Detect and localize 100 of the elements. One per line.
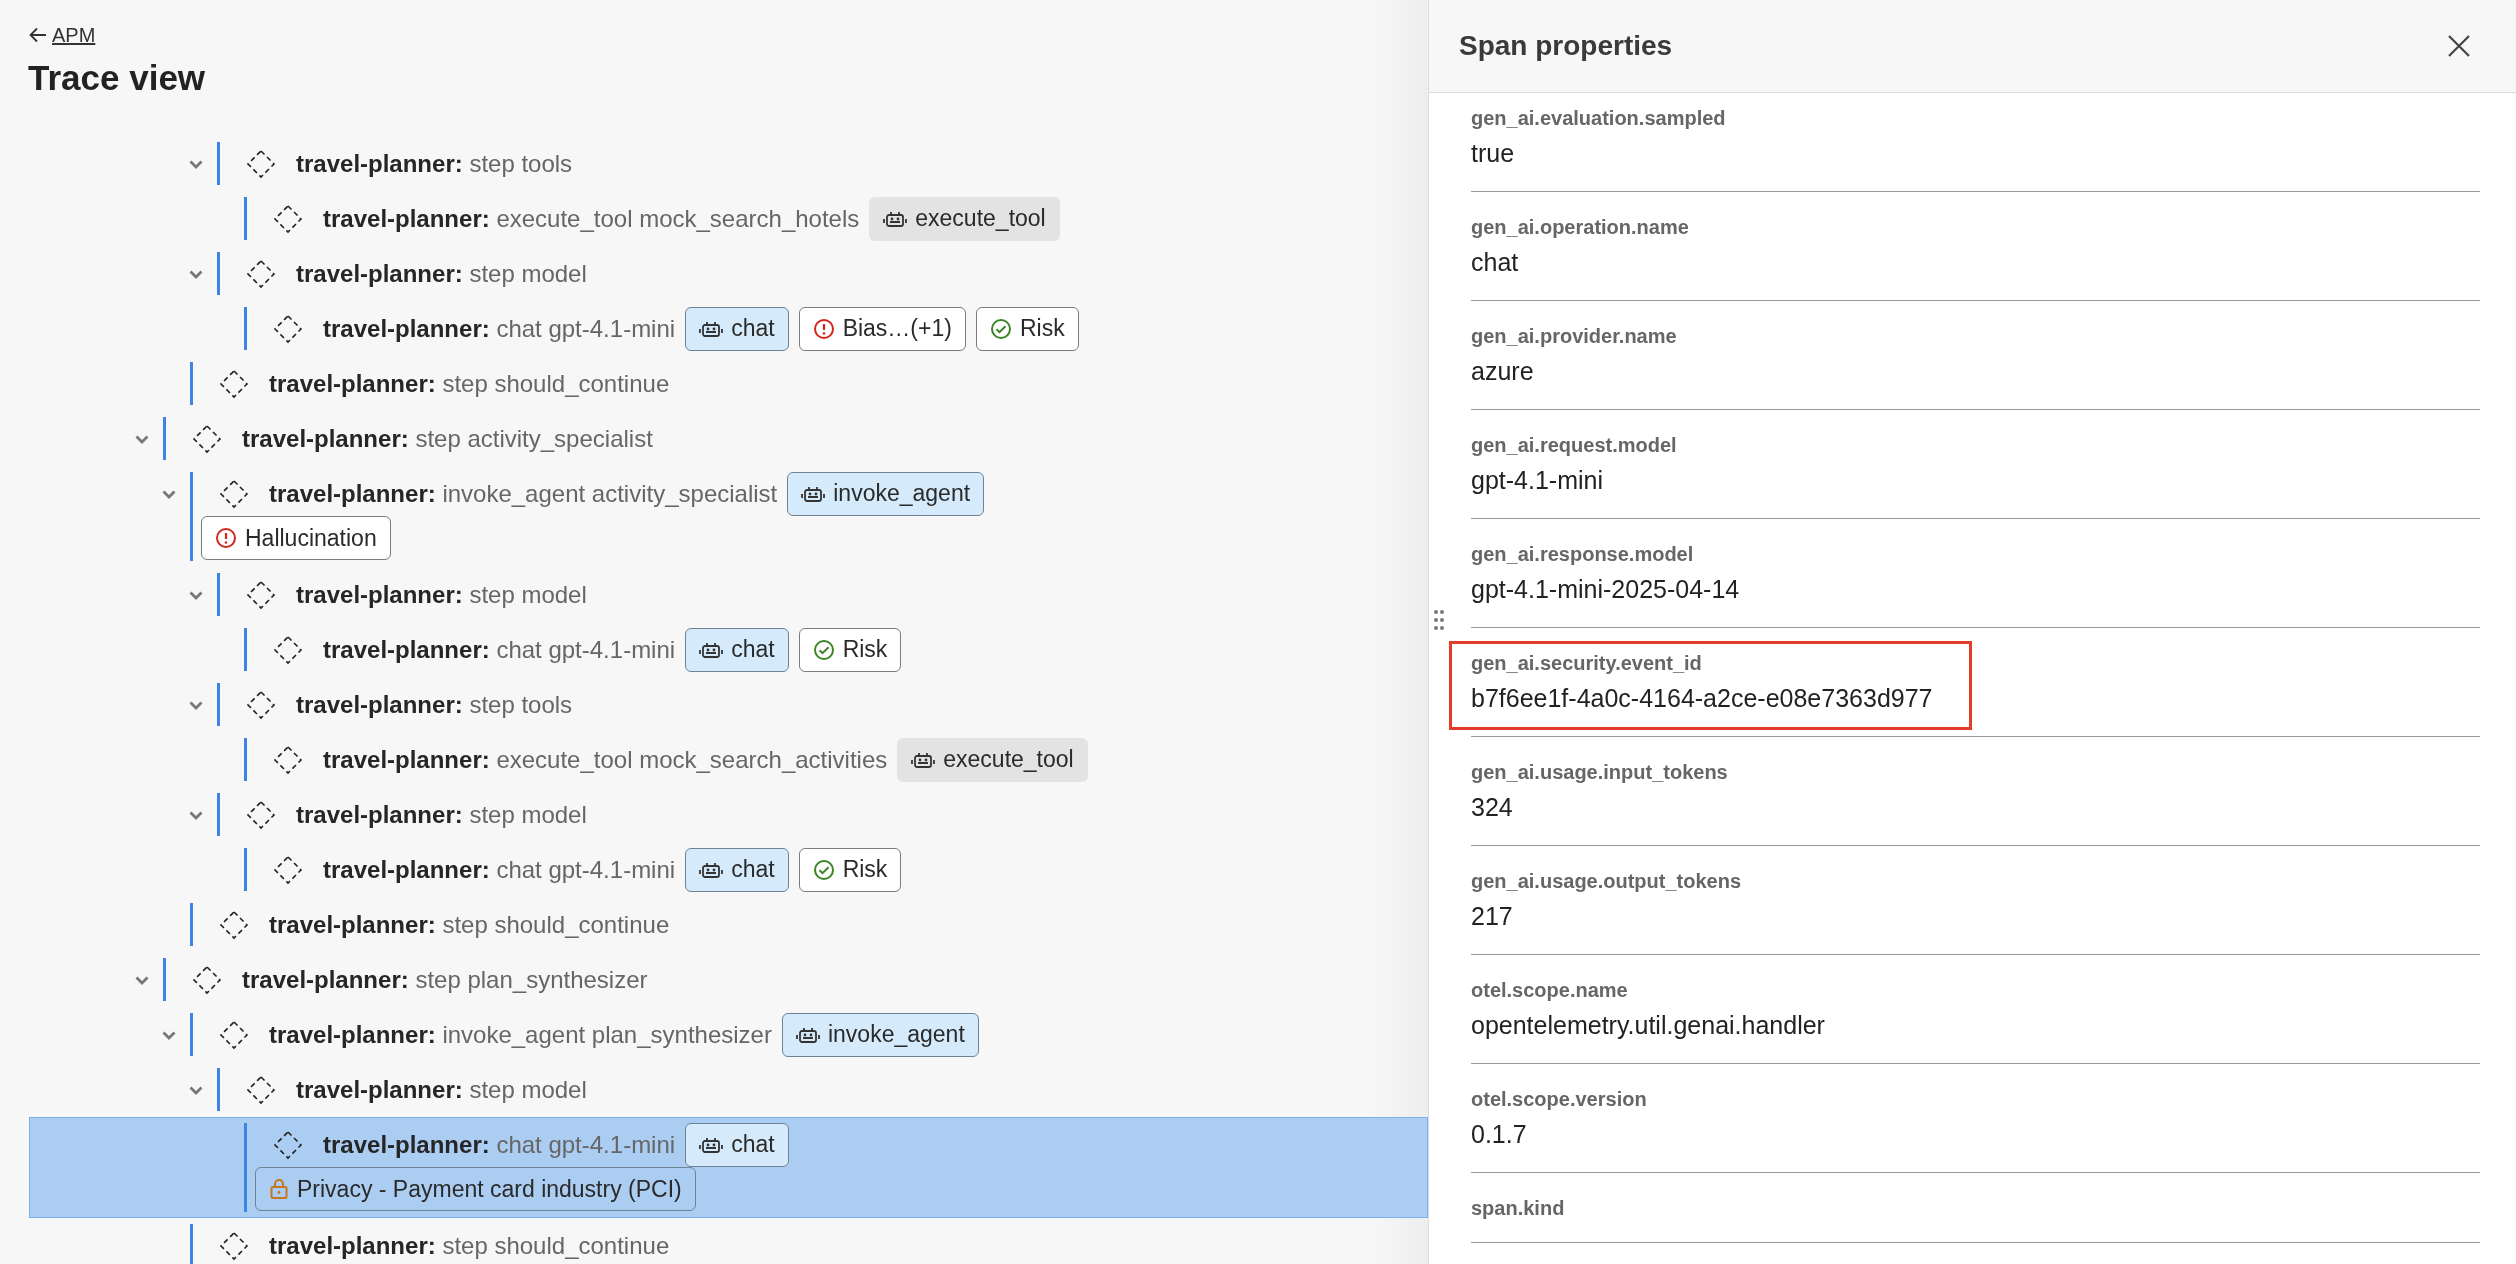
span-label: travel-planner: step should_continue	[269, 369, 670, 398]
property-key: gen_ai.usage.output_tokens	[1471, 868, 1742, 894]
evaluation-tag[interactable]: Risk	[798, 847, 902, 892]
property-key: gen_ai.evaluation.sampled	[1471, 105, 1726, 131]
alert-icon	[215, 527, 237, 549]
operation-tag[interactable]: chat	[685, 1122, 789, 1167]
property-key: otel.scope.version	[1471, 1086, 1647, 1112]
span-label: travel-planner: chat gpt-4.1-mini	[323, 314, 676, 343]
panel-title: Span properties	[1459, 30, 1673, 62]
property-key: gen_ai.security.event_id	[1471, 650, 1933, 676]
span-row[interactable]: travel-planner: step should_continue	[29, 356, 1428, 411]
span-icon	[246, 579, 276, 610]
span-icon	[192, 423, 222, 454]
property-value: gpt-4.1-mini-2025-04-14	[1471, 574, 1740, 605]
span-icon	[246, 148, 276, 179]
back-arrow-icon[interactable]	[28, 26, 48, 44]
span-icon	[273, 854, 303, 885]
span-row[interactable]: travel-planner: step should_continue	[29, 1218, 1428, 1264]
evaluation-tag[interactable]: Risk	[975, 306, 1079, 351]
span-label: travel-planner: step tools	[296, 149, 573, 178]
span-icon	[246, 689, 276, 720]
property-key: gen_ai.response.model	[1471, 541, 1740, 567]
span-label: travel-planner: step plan_synthesizer	[242, 965, 648, 994]
property-key: gen_ai.request.model	[1471, 432, 1677, 458]
property-value: chat	[1471, 247, 1520, 278]
span-icon	[192, 964, 222, 995]
span-label: travel-planner: invoke_agent activity_specialist	[269, 479, 778, 508]
back-link[interactable]: APM	[52, 23, 96, 47]
span-row[interactable]: travel-planner: step model	[29, 787, 1428, 842]
span-icon	[273, 203, 303, 234]
property-value: azure	[1471, 356, 1535, 387]
lock-icon	[269, 1178, 289, 1200]
span-icon	[219, 1230, 249, 1261]
evaluation-tag[interactable]: Hallucination	[201, 516, 391, 560]
span-icon	[273, 1129, 303, 1160]
span-label: travel-planner: step should_continue	[269, 1231, 670, 1260]
span-row[interactable]: travel-planner: chat gpt-4.1-mini chat Risk	[29, 622, 1428, 677]
property-value: 217	[1471, 901, 1514, 932]
operation-tag[interactable]: invoke_agent	[781, 1012, 979, 1057]
property-value: 0.1.7	[1471, 1119, 1528, 1150]
property-key: otel.scope.name	[1471, 977, 1825, 1003]
property-value: b7f6ee1f-4a0c-4164-a2ce-e08e7363d977	[1471, 683, 1933, 714]
span-icon	[219, 909, 249, 940]
span-row[interactable]: travel-planner: execute_tool mock_search_hotels execute_tool	[29, 191, 1428, 246]
drag-handle-icon[interactable]	[1433, 608, 1445, 632]
span-row[interactable]: travel-planner: execute_tool mock_search_activities execute_tool	[29, 732, 1428, 787]
span-row[interactable]: travel-planner: step tools	[29, 136, 1428, 191]
operation-tag[interactable]: invoke_agent	[787, 471, 985, 516]
span-row[interactable]: travel-planner: chat gpt-4.1-mini chat Privacy - Payment card industry (PCI)	[29, 1117, 1428, 1218]
span-label: travel-planner: step model	[296, 1075, 587, 1104]
operation-tag[interactable]: chat	[685, 847, 789, 892]
span-label: travel-planner: step activity_specialist	[242, 424, 653, 453]
span-label: travel-planner: step tools	[296, 690, 573, 719]
span-row[interactable]: travel-planner: step plan_synthesizer	[29, 952, 1428, 1007]
span-row[interactable]: travel-planner: step should_continue	[29, 897, 1428, 952]
span-label: travel-planner: step model	[296, 259, 587, 288]
check-circle-icon	[812, 858, 835, 881]
evaluation-tag[interactable]: Privacy - Payment card industry (PCI)	[255, 1167, 696, 1211]
span-label: travel-planner: execute_tool mock_search_hotels	[323, 204, 860, 233]
span-row[interactable]: travel-planner: chat gpt-4.1-mini chat Bias…(+1) Risk	[29, 301, 1428, 356]
evaluation-tag[interactable]: Risk	[798, 627, 902, 672]
span-label: travel-planner: chat gpt-4.1-mini	[323, 1130, 676, 1159]
span-label: travel-planner: step model	[296, 580, 587, 609]
property-value: opentelemetry.util.genai.handler	[1471, 1010, 1825, 1041]
property-value: gpt-4.1-mini	[1471, 465, 1604, 496]
check-circle-icon	[812, 638, 835, 661]
property-key: gen_ai.usage.input_tokens	[1471, 759, 1728, 785]
span-icon	[273, 744, 303, 775]
property-key: gen_ai.provider.name	[1471, 323, 1677, 349]
span-row[interactable]: travel-planner: step activity_specialist	[29, 411, 1428, 466]
span-label: travel-planner: step model	[296, 800, 587, 829]
span-label: travel-planner: execute_tool mock_search_activities	[323, 745, 888, 774]
span-icon	[246, 258, 276, 289]
check-circle-icon	[989, 317, 1012, 340]
property-value: 324	[1471, 792, 1514, 823]
operation-tag[interactable]: chat	[685, 627, 789, 672]
span-icon	[273, 634, 303, 665]
operation-tag[interactable]: execute_tool	[897, 737, 1088, 782]
property-value: true	[1471, 138, 1516, 169]
span-row[interactable]: travel-planner: step model	[29, 1062, 1428, 1117]
span-label: travel-planner: chat gpt-4.1-mini	[323, 635, 676, 664]
span-label: travel-planner: invoke_agent plan_synthesizer	[269, 1020, 772, 1049]
span-row[interactable]: travel-planner: step model	[29, 246, 1428, 301]
span-icon	[246, 799, 276, 830]
span-row[interactable]: travel-planner: step model	[29, 567, 1428, 622]
span-label: travel-planner: step should_continue	[269, 910, 670, 939]
operation-tag[interactable]: chat	[685, 306, 789, 351]
span-label: travel-planner: chat gpt-4.1-mini	[323, 855, 676, 884]
close-icon	[2446, 33, 2472, 59]
evaluation-tag[interactable]: Bias…(+1)	[798, 306, 966, 351]
span-row[interactable]: travel-planner: invoke_agent plan_synthesizer invoke_agent	[29, 1007, 1428, 1062]
span-icon	[219, 368, 249, 399]
span-icon	[219, 478, 249, 509]
span-row[interactable]: travel-planner: invoke_agent activity_specialist invoke_agent Hallucination	[29, 466, 1428, 567]
alert-icon	[812, 317, 835, 340]
operation-tag[interactable]: execute_tool	[869, 196, 1060, 241]
page-title: Trace view	[28, 58, 207, 98]
span-row[interactable]: travel-planner: chat gpt-4.1-mini chat Risk	[29, 842, 1428, 897]
span-row[interactable]: travel-planner: step tools	[29, 677, 1428, 732]
span-icon	[246, 1074, 276, 1105]
